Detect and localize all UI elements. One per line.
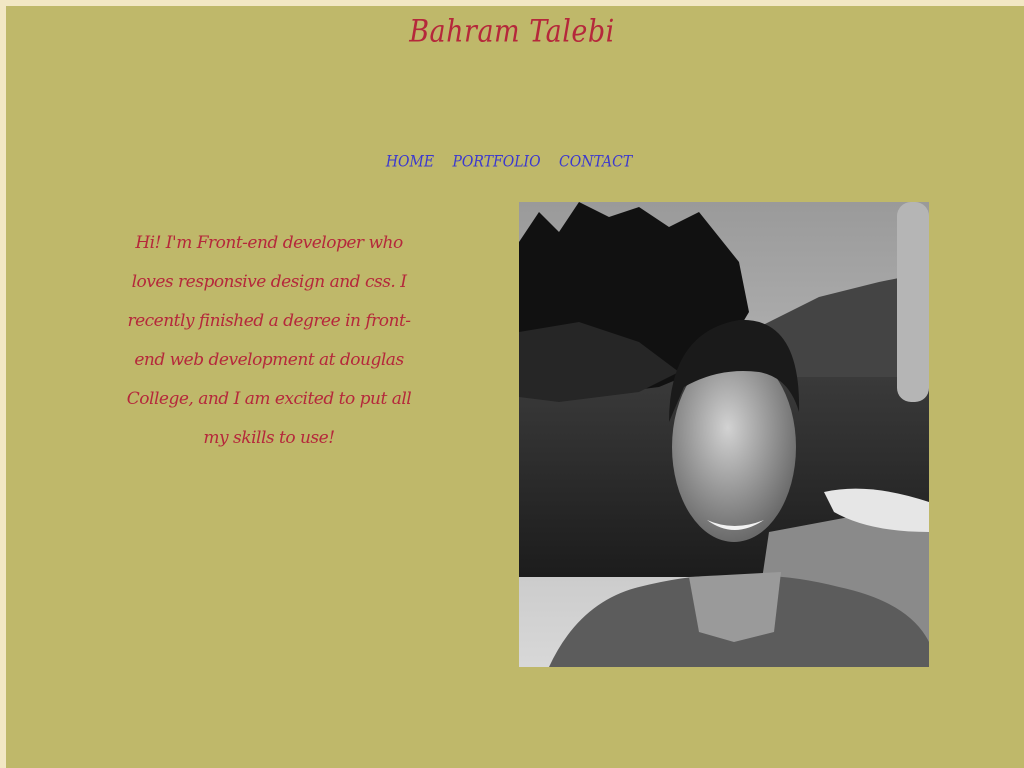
profile-photo: [519, 202, 929, 667]
main-nav: HOME PORTFOLIO CONTACT: [0, 153, 1018, 171]
profile-photo-image: [519, 202, 929, 667]
nav-portfolio-link[interactable]: PORTFOLIO: [453, 153, 541, 171]
nav-home-link[interactable]: HOME: [386, 153, 434, 171]
page-body: Bahram Talebi HOME PORTFOLIO CONTACT Hi!…: [6, 6, 1024, 768]
site-title: Bahram Talebi: [409, 13, 615, 50]
bio-text: Hi! I'm Front-end developer who loves re…: [126, 233, 412, 448]
nav-contact-link[interactable]: CONTACT: [559, 153, 632, 171]
